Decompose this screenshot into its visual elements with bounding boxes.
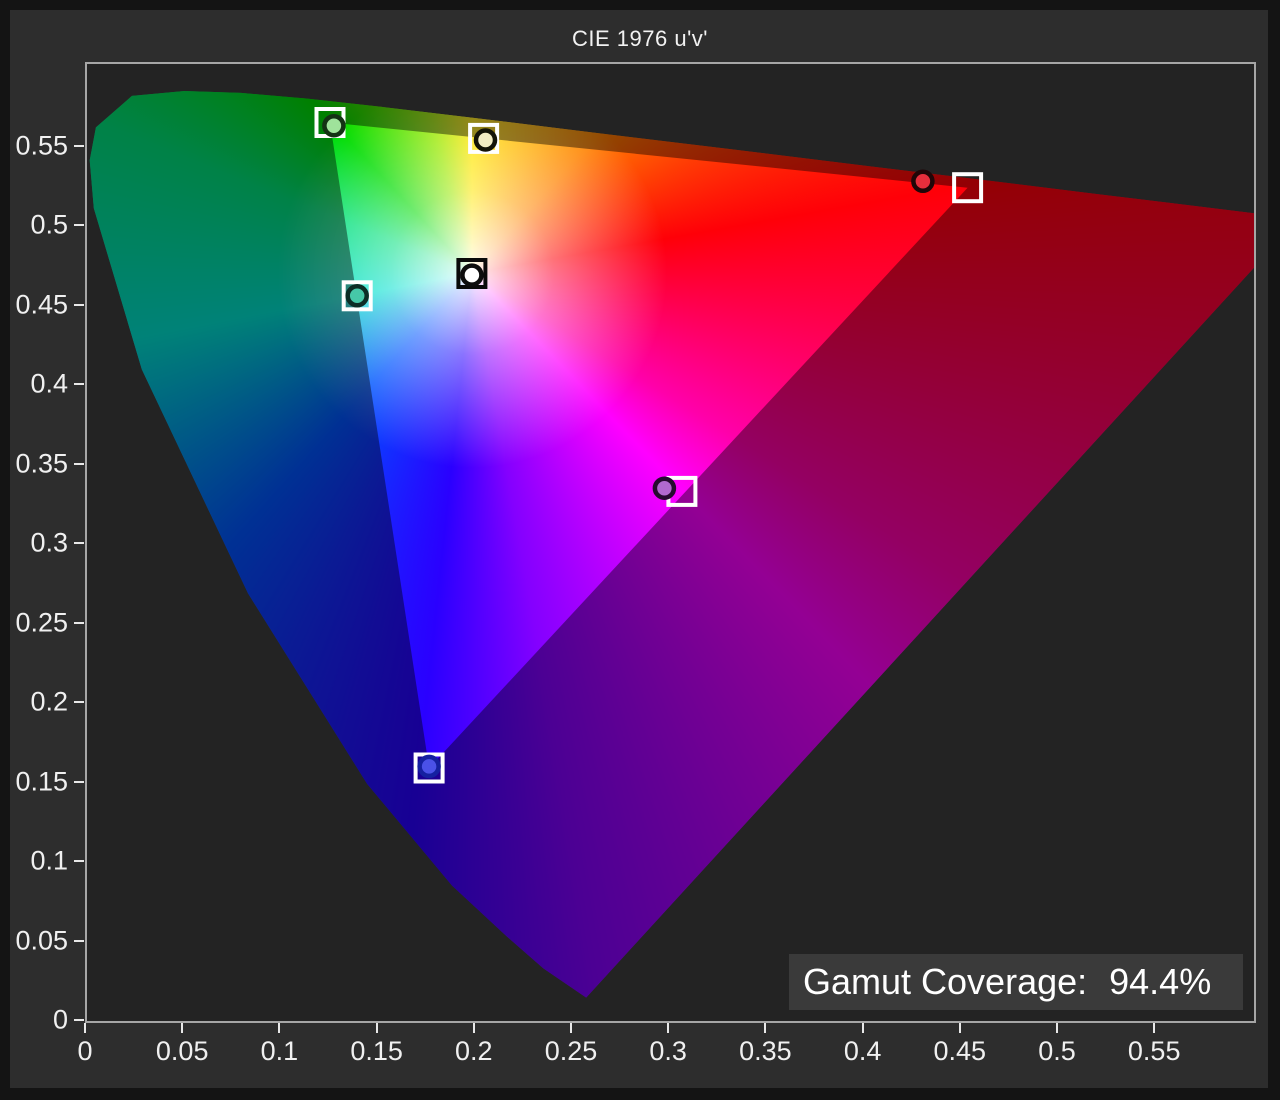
x-axis-tick bbox=[959, 1023, 961, 1033]
x-axis-tick bbox=[570, 1023, 572, 1033]
y-axis-tick bbox=[74, 781, 84, 783]
y-axis-tick-label: 0.35 bbox=[8, 448, 68, 479]
y-axis-tick bbox=[74, 860, 84, 862]
x-axis-tick-label: 0.05 bbox=[156, 1036, 209, 1067]
x-axis-tick bbox=[278, 1023, 280, 1033]
x-axis-tick bbox=[473, 1023, 475, 1033]
measured-marker-white bbox=[462, 266, 481, 285]
measured-marker-magenta bbox=[655, 479, 674, 498]
gamut-coverage-box: Gamut Coverage: 94.4% bbox=[789, 954, 1243, 1010]
y-axis-tick bbox=[74, 622, 84, 624]
y-axis-tick bbox=[74, 701, 84, 703]
y-axis-tick-label: 0.5 bbox=[8, 210, 68, 241]
gamut-markers-overlay bbox=[87, 64, 1254, 1021]
y-axis-tick-label: 0.05 bbox=[8, 925, 68, 956]
x-axis-tick bbox=[862, 1023, 864, 1033]
x-axis-tick bbox=[667, 1023, 669, 1033]
x-axis-tick-label: 0.3 bbox=[649, 1036, 687, 1067]
y-axis-tick bbox=[74, 542, 84, 544]
y-axis-tick-label: 0.45 bbox=[8, 289, 68, 320]
y-axis-tick bbox=[74, 224, 84, 226]
measured-marker-red bbox=[913, 172, 932, 191]
gamut-coverage-value: 94.4% bbox=[1109, 961, 1211, 1003]
x-axis-tick-label: 0 bbox=[77, 1036, 92, 1067]
x-axis-tick bbox=[84, 1023, 86, 1033]
x-axis-tick-label: 0.55 bbox=[1128, 1036, 1181, 1067]
x-axis-tick bbox=[1153, 1023, 1155, 1033]
y-axis-tick bbox=[74, 1019, 84, 1021]
measured-marker-blue bbox=[420, 757, 439, 776]
x-axis-tick-label: 0.4 bbox=[844, 1036, 882, 1067]
y-axis-tick-label: 0.15 bbox=[8, 766, 68, 797]
cie-chart-window: CIE 1976 u'v' 0 0.05 0.1 0.15 0.2 0.25 0.3 0.35… bbox=[0, 0, 1280, 1100]
y-axis-tick-label: 0.4 bbox=[8, 369, 68, 400]
y-axis-tick bbox=[74, 383, 84, 385]
x-axis-tick bbox=[764, 1023, 766, 1033]
chromaticity-plot-area bbox=[85, 62, 1256, 1023]
y-axis-tick-label: 0.25 bbox=[8, 607, 68, 638]
x-axis-tick-label: 0.45 bbox=[934, 1036, 987, 1067]
gamut-coverage-label: Gamut Coverage: bbox=[803, 961, 1087, 1003]
measured-marker-green bbox=[324, 116, 343, 135]
y-axis-tick bbox=[74, 940, 84, 942]
x-axis-tick bbox=[1056, 1023, 1058, 1033]
outside-gamut-dim-region bbox=[90, 91, 1254, 998]
measured-marker-yellow bbox=[476, 131, 495, 150]
chart-title: CIE 1976 u'v' bbox=[0, 26, 1280, 52]
y-axis-tick-label: 0.2 bbox=[8, 687, 68, 718]
y-axis-tick bbox=[74, 145, 84, 147]
x-axis-tick-label: 0.35 bbox=[739, 1036, 792, 1067]
x-axis-tick bbox=[181, 1023, 183, 1033]
x-axis-tick-label: 0.2 bbox=[455, 1036, 493, 1067]
x-axis-tick-label: 0.5 bbox=[1038, 1036, 1076, 1067]
y-axis-tick bbox=[74, 304, 84, 306]
measured-marker-cyan bbox=[348, 286, 367, 305]
y-axis-tick-label: 0 bbox=[8, 1005, 68, 1036]
y-axis-tick-label: 0.1 bbox=[8, 846, 68, 877]
x-axis-tick-label: 0.1 bbox=[261, 1036, 299, 1067]
x-axis-tick-label: 0.15 bbox=[350, 1036, 403, 1067]
y-axis-tick-label: 0.55 bbox=[8, 130, 68, 161]
x-axis-tick-label: 0.25 bbox=[545, 1036, 598, 1067]
y-axis-tick bbox=[74, 463, 84, 465]
y-axis-tick-label: 0.3 bbox=[8, 528, 68, 559]
x-axis-tick bbox=[376, 1023, 378, 1033]
